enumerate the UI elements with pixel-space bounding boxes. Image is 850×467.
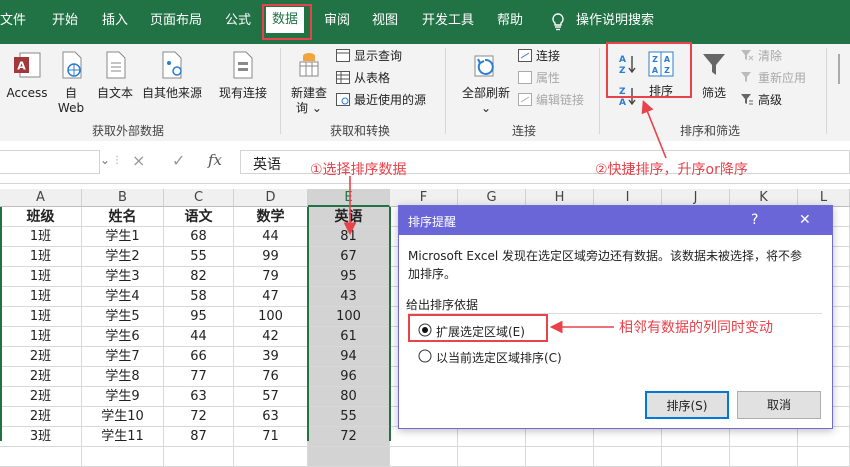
arrow-to-sort-buttons — [641, 100, 667, 159]
table-cell[interactable] — [594, 447, 662, 467]
table-cell[interactable] — [308, 447, 390, 467]
table-cell[interactable] — [390, 447, 458, 467]
table-cell[interactable] — [234, 447, 308, 467]
table-cell[interactable] — [798, 447, 850, 467]
table-cell[interactable] — [164, 447, 234, 467]
table-cell[interactable] — [458, 447, 526, 467]
annotation-arrows — [343, 100, 667, 334]
table-cell[interactable] — [0, 447, 82, 467]
table-cell[interactable] — [82, 447, 164, 467]
table-cell[interactable] — [662, 447, 730, 467]
table-cell[interactable] — [730, 447, 798, 467]
table-cell[interactable] — [526, 447, 594, 467]
